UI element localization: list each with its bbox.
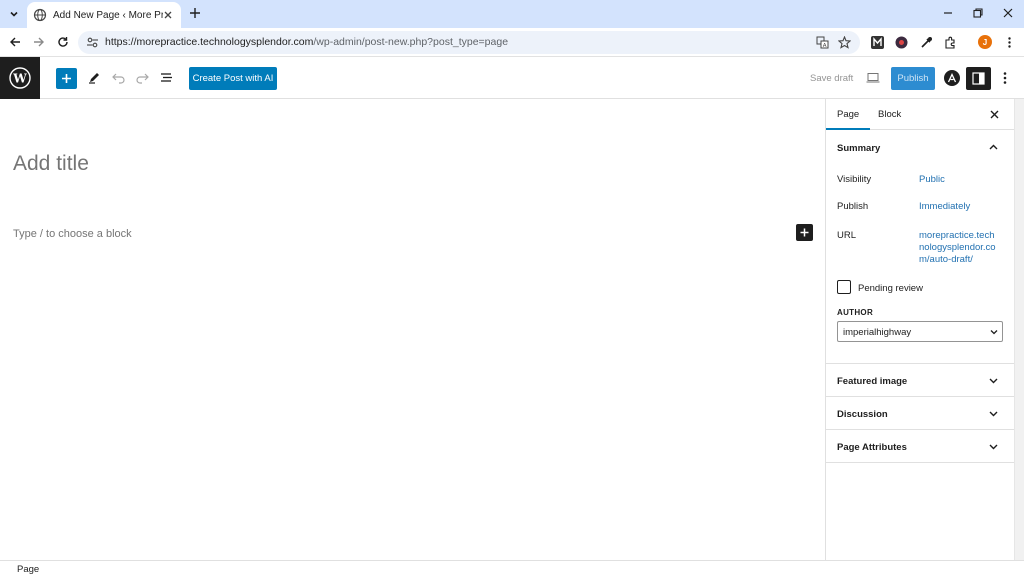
visibility-label: Visibility <box>837 174 872 185</box>
redo-icon[interactable] <box>135 70 150 85</box>
sidebar-tabs: Page Block <box>826 99 1015 130</box>
featured-image-panel-header[interactable]: Featured image <box>826 364 1015 397</box>
preview-device-icon[interactable] <box>866 72 880 84</box>
discussion-panel-title: Discussion <box>837 409 888 420</box>
publish-button[interactable]: Publish <box>891 67 935 90</box>
block-inserter-button[interactable] <box>56 68 77 89</box>
svg-text:A: A <box>823 43 827 49</box>
url-toggle[interactable]: morepractice.technologysplendor.com/auto… <box>919 230 997 266</box>
url-path: /wp-admin/post-new.php?post_type=page <box>313 36 509 48</box>
reload-icon[interactable] <box>55 34 71 50</box>
undo-icon[interactable] <box>111 70 126 85</box>
site-info-icon[interactable] <box>86 36 99 49</box>
back-icon[interactable] <box>7 34 23 50</box>
discussion-panel-header[interactable]: Discussion <box>826 397 1015 430</box>
featured-image-panel-title: Featured image <box>837 376 908 387</box>
tab-block[interactable]: Block <box>867 99 912 130</box>
editor-canvas[interactable]: Add title Type / to choose a block <box>0 99 825 560</box>
close-sidebar-icon[interactable] <box>989 109 1000 120</box>
summary-panel-title: Summary <box>837 143 881 154</box>
settings-sidebar-toggle[interactable] <box>966 67 991 90</box>
bookmark-star-icon[interactable] <box>838 36 851 49</box>
new-tab-icon[interactable] <box>188 6 202 20</box>
browser-tab-strip: Add New Page ‹ More Practice <box>0 0 1024 28</box>
chevron-down-icon <box>989 444 998 450</box>
options-menu-icon[interactable] <box>999 70 1011 86</box>
page-attributes-panel-title: Page Attributes <box>837 442 907 453</box>
extensions-puzzle-icon[interactable] <box>944 36 957 49</box>
browser-tab[interactable]: Add New Page ‹ More Practice <box>27 2 181 28</box>
sidebar-panel-icon <box>972 72 985 85</box>
close-window-icon[interactable] <box>1001 6 1015 20</box>
settings-sidebar: Page Block Summary Visibility Public Pub… <box>825 99 1015 560</box>
extension-k-icon[interactable] <box>895 36 908 49</box>
url-host: https://morepractice.technologysplendor.… <box>105 36 314 48</box>
sidebar-scrollbar[interactable] <box>1014 99 1024 560</box>
plus-icon <box>62 74 71 83</box>
author-select[interactable]: imperialhighway <box>837 321 1003 342</box>
browser-menu-icon[interactable] <box>1003 36 1016 49</box>
add-block-button[interactable] <box>796 224 813 241</box>
wordpress-logo-button[interactable]: W <box>0 57 40 99</box>
tab-search-chevron-icon[interactable] <box>5 5 22 22</box>
translate-icon[interactable]: A <box>816 36 829 49</box>
chevron-down-icon <box>989 378 998 384</box>
plus-icon <box>800 228 809 237</box>
editor-header: W Create Post with AI Save draft Publish <box>0 57 1024 99</box>
chevron-up-icon <box>989 144 998 150</box>
eyedropper-icon[interactable] <box>920 36 933 49</box>
restore-icon[interactable] <box>971 6 985 20</box>
publish-date-label: Publish <box>837 201 869 212</box>
create-post-with-ai-button[interactable]: Create Post with AI <box>189 67 277 90</box>
editor-footer: Page <box>0 560 1024 576</box>
publish-date-toggle[interactable]: Immediately <box>919 201 970 212</box>
page-attributes-panel-header[interactable]: Page Attributes <box>826 430 1015 463</box>
url-label: URL <box>837 230 857 241</box>
extension-m-icon[interactable] <box>871 36 884 49</box>
chevron-down-icon <box>989 411 998 417</box>
tab-title: Add New Page ‹ More Practice <box>53 9 163 21</box>
document-overview-icon[interactable] <box>159 70 174 85</box>
visibility-toggle[interactable]: Public <box>919 174 945 185</box>
url-text: https://morepractice.technologysplendor.… <box>105 36 508 48</box>
chevron-down-icon <box>990 330 998 335</box>
address-bar[interactable]: https://morepractice.technologysplendor.… <box>78 31 860 54</box>
pending-review-checkbox[interactable] <box>837 280 851 294</box>
minimize-icon[interactable] <box>941 6 955 20</box>
svg-text:W: W <box>12 72 27 86</box>
profile-avatar[interactable]: J <box>978 35 992 49</box>
browser-toolbar: https://morepractice.technologysplendor.… <box>0 28 1024 57</box>
globe-icon <box>33 8 47 22</box>
author-label: AUTHOR <box>837 308 874 317</box>
block-appender-placeholder[interactable]: Type / to choose a block <box>13 228 132 240</box>
close-tab-icon[interactable] <box>163 10 173 20</box>
summary-panel-header[interactable]: Summary <box>826 131 1015 164</box>
tab-page[interactable]: Page <box>826 99 870 130</box>
save-draft-button[interactable]: Save draft <box>810 73 853 84</box>
wordpress-icon: W <box>9 67 31 89</box>
author-select-value: imperialhighway <box>843 327 912 338</box>
forward-icon[interactable] <box>31 34 47 50</box>
astra-settings-button[interactable] <box>944 70 960 86</box>
astra-logo-icon <box>947 73 957 83</box>
page-title-input[interactable]: Add title <box>13 152 89 176</box>
tools-pencil-icon[interactable] <box>87 70 102 85</box>
pending-review-label: Pending review <box>858 283 923 294</box>
breadcrumb-page[interactable]: Page <box>17 564 39 575</box>
